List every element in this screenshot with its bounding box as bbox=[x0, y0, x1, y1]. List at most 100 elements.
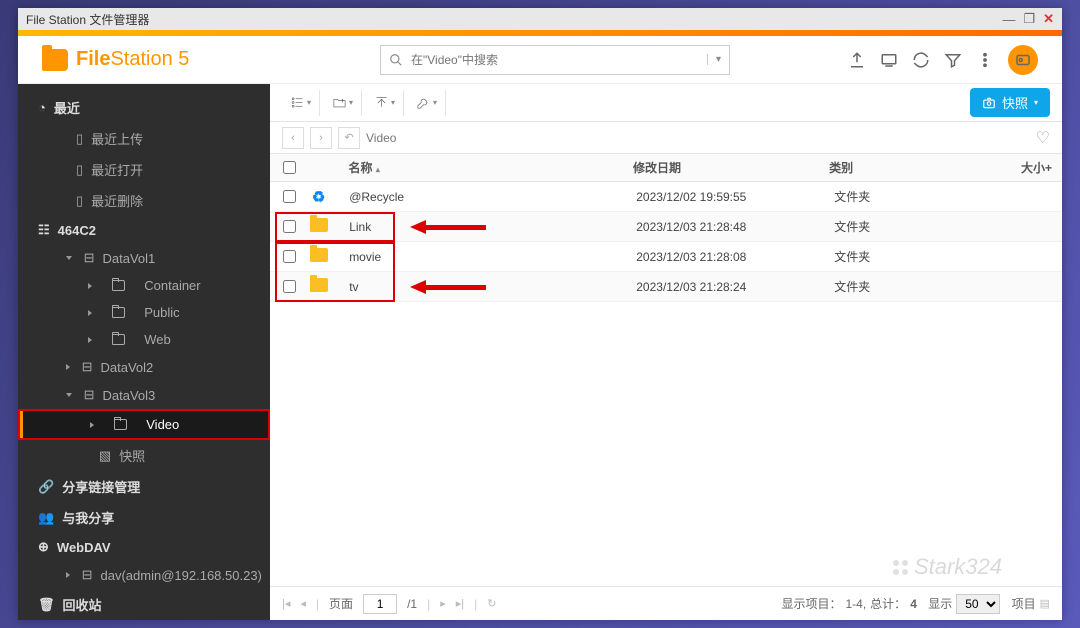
prev-page-button[interactable]: ◂ bbox=[300, 597, 306, 610]
cell-name: tv bbox=[349, 280, 636, 294]
sidebar-vol-datavol3[interactable]: ⊟ DataVol3 bbox=[18, 381, 270, 409]
sort-asc-icon: ▴ bbox=[376, 165, 380, 174]
status-range: 1-4, bbox=[845, 597, 866, 611]
view-toggle-icon[interactable]: ▤ bbox=[1040, 597, 1050, 610]
row-checkbox[interactable] bbox=[283, 220, 296, 233]
cell-date: 2023/12/03 21:28:24 bbox=[636, 280, 834, 294]
column-add[interactable]: + bbox=[1045, 161, 1062, 175]
top-bar: FileStation 5 ▾ bbox=[18, 36, 1062, 84]
column-size[interactable]: 大小 bbox=[986, 159, 1045, 176]
brand-bold: File bbox=[76, 48, 110, 70]
title-bar[interactable]: File Station 文件管理器 — ❐ ✕ bbox=[18, 8, 1062, 30]
snapshot-button[interactable]: 快照▾ bbox=[970, 88, 1050, 117]
page-label: 页面 bbox=[329, 595, 353, 612]
last-page-button[interactable]: ▸| bbox=[456, 597, 464, 610]
column-date[interactable]: 修改日期 bbox=[633, 159, 829, 176]
next-page-button[interactable]: ▸ bbox=[440, 597, 446, 610]
sidebar-item-web[interactable]: Web bbox=[18, 326, 270, 353]
sidebar-item-public[interactable]: Public bbox=[18, 299, 270, 326]
row-checkbox[interactable] bbox=[283, 250, 296, 263]
folder-icon bbox=[310, 248, 328, 262]
sidebar-recent-delete[interactable]: ▯ 最近删除 bbox=[18, 185, 270, 216]
refresh-icon[interactable] bbox=[912, 51, 930, 69]
cell-type: 文件夹 bbox=[834, 188, 992, 205]
sidebar-item-dav[interactable]: ⊟ dav(admin@192.168.50.23) bbox=[18, 561, 270, 589]
camera-icon bbox=[982, 96, 996, 110]
breadcrumb-path[interactable]: Video bbox=[366, 131, 396, 145]
sidebar-vol-datavol1[interactable]: ⊟ DataVol1 bbox=[18, 244, 270, 272]
row-checkbox[interactable] bbox=[283, 280, 296, 293]
upload-icon[interactable] bbox=[848, 51, 866, 69]
favorite-icon[interactable]: ♡ bbox=[1036, 128, 1050, 148]
search-dropdown[interactable]: ▾ bbox=[707, 54, 721, 65]
sidebar-section-withme[interactable]: 👥 与我分享 bbox=[18, 502, 270, 533]
folder-logo-icon bbox=[42, 49, 68, 71]
folder-icon bbox=[310, 218, 328, 232]
refresh-button[interactable]: ↻ bbox=[487, 597, 496, 610]
page-input[interactable] bbox=[363, 594, 397, 614]
window-title: File Station 文件管理器 bbox=[26, 11, 149, 28]
sidebar-item-container[interactable]: Container bbox=[18, 272, 270, 299]
upload-button[interactable]: ▾ bbox=[366, 90, 404, 116]
cell-name: @Recycle bbox=[349, 190, 636, 204]
filter-icon[interactable] bbox=[944, 51, 962, 69]
search-input[interactable] bbox=[411, 53, 707, 67]
app-badge-icon[interactable] bbox=[1008, 45, 1038, 75]
view-mode-button[interactable]: ▾ bbox=[282, 90, 320, 116]
app-window: File Station 文件管理器 — ❐ ✕ FileStation 5 ▾ bbox=[18, 8, 1062, 620]
cast-icon[interactable] bbox=[880, 51, 898, 69]
search-icon bbox=[389, 53, 403, 67]
breadcrumb-bar: ‹ › ↶ Video ♡ bbox=[270, 122, 1062, 154]
search-box[interactable]: ▾ bbox=[380, 45, 730, 75]
new-folder-button[interactable]: ▾ bbox=[324, 90, 362, 116]
nav-up-button[interactable]: ↶ bbox=[338, 127, 360, 149]
sidebar-section-device[interactable]: ☷ 464C2 bbox=[18, 216, 270, 244]
close-button[interactable]: ✕ bbox=[1043, 11, 1054, 27]
cell-name: movie bbox=[349, 250, 636, 264]
sidebar: ◔ 最近 ▯ 最近上传 ▯ 最近打开 ▯ 最近删除 ☷ 464C2 ⊟ Data… bbox=[18, 84, 270, 620]
status-total: 4 bbox=[910, 597, 917, 611]
sidebar-section-webdav[interactable]: ⊕ WebDAV bbox=[18, 533, 270, 561]
sidebar-section-trash[interactable]: 🗑 回收站 bbox=[18, 589, 270, 620]
tools-button[interactable]: ▾ bbox=[408, 90, 446, 116]
cell-type: 文件夹 bbox=[834, 248, 992, 265]
pagesize-select[interactable]: 50 bbox=[956, 594, 1000, 614]
folder-icon bbox=[112, 280, 125, 291]
cell-name: Link bbox=[349, 220, 636, 234]
chevron-right-icon bbox=[88, 310, 92, 316]
sidebar-section-recent[interactable]: ◔ 最近 bbox=[18, 92, 270, 123]
nav-back-button[interactable]: ‹ bbox=[282, 127, 304, 149]
table-row[interactable]: Link 2023/12/03 21:28:48 文件夹 bbox=[270, 212, 1062, 242]
more-icon[interactable] bbox=[976, 51, 994, 69]
brand-num: 5 bbox=[173, 48, 190, 70]
status-prefix: 显示项目： bbox=[781, 595, 841, 612]
sidebar-recent-open[interactable]: ▯ 最近打开 bbox=[18, 154, 270, 185]
folder-icon bbox=[112, 334, 125, 345]
sidebar-item-video[interactable]: Video bbox=[18, 409, 270, 440]
column-type[interactable]: 类别 bbox=[829, 159, 986, 176]
sidebar-recent-upload[interactable]: ▯ 最近上传 bbox=[18, 123, 270, 154]
table-body: ♻ @Recycle 2023/12/02 19:59:55 文件夹 Link … bbox=[270, 182, 1062, 302]
minimize-button[interactable]: — bbox=[1002, 12, 1015, 27]
folder-icon bbox=[114, 419, 127, 430]
table-row[interactable]: tv 2023/12/03 21:28:24 文件夹 bbox=[270, 272, 1062, 302]
table-row[interactable]: ♻ @Recycle 2023/12/02 19:59:55 文件夹 bbox=[270, 182, 1062, 212]
chevron-right-icon bbox=[66, 572, 70, 578]
table-row[interactable]: movie 2023/12/03 21:28:08 文件夹 bbox=[270, 242, 1062, 272]
page-total: /1 bbox=[407, 597, 417, 611]
select-all-checkbox[interactable] bbox=[283, 161, 296, 174]
nav-forward-button[interactable]: › bbox=[310, 127, 332, 149]
first-page-button[interactable]: |◂ bbox=[282, 597, 290, 610]
chevron-down-icon bbox=[66, 256, 72, 260]
sidebar-vol-datavol2[interactable]: ⊟ DataVol2 bbox=[18, 353, 270, 381]
maximize-button[interactable]: ❐ bbox=[1023, 11, 1035, 27]
sidebar-item-snapshot-folder[interactable]: ▧ 快照 bbox=[18, 440, 270, 471]
column-name[interactable]: 名称 ▴ bbox=[348, 159, 632, 176]
cell-type: 文件夹 bbox=[834, 218, 992, 235]
sidebar-section-share[interactable]: 🔗 分享链接管理 bbox=[18, 471, 270, 502]
cell-date: 2023/12/02 19:59:55 bbox=[636, 190, 834, 204]
recycle-icon: ♻ bbox=[310, 188, 328, 206]
item-label: 项目 bbox=[1012, 595, 1036, 612]
pagination-bar: |◂ ◂ | 页面 /1 | ▸ ▸| | ↻ 显示项目： 1-4, 总计： 4… bbox=[270, 586, 1062, 620]
row-checkbox[interactable] bbox=[283, 190, 296, 203]
